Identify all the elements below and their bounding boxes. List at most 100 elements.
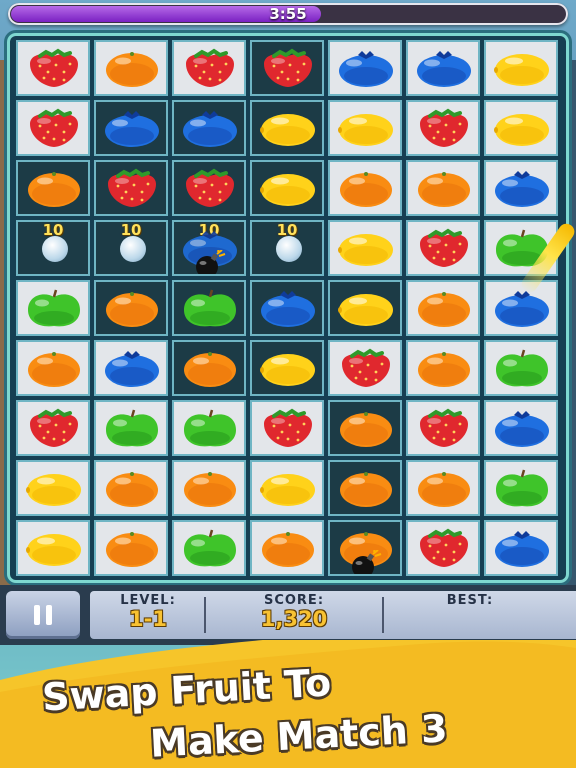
- board-cell[interactable]: [16, 340, 90, 396]
- board-cell[interactable]: [250, 40, 324, 96]
- board-cell[interactable]: [172, 100, 246, 156]
- board-cell[interactable]: [250, 400, 324, 456]
- apple-icon: [182, 289, 238, 328]
- board-cell[interactable]: [250, 160, 324, 216]
- board-cell[interactable]: [94, 160, 168, 216]
- board-cell[interactable]: [484, 160, 558, 216]
- board-cell[interactable]: [16, 160, 90, 216]
- game-board: 10 10 10 10: [10, 36, 566, 580]
- apple-icon: [104, 409, 160, 448]
- board-cell[interactable]: [16, 280, 90, 336]
- orange-icon: [104, 530, 160, 568]
- orange-icon: [26, 170, 82, 208]
- board-cell[interactable]: [328, 40, 402, 96]
- level-value: 1-1: [129, 607, 167, 631]
- lemon-icon: [494, 50, 550, 88]
- board-cell[interactable]: 10: [172, 220, 246, 276]
- board-cell[interactable]: 10: [16, 220, 90, 276]
- board-cell[interactable]: [94, 340, 168, 396]
- board-cell[interactable]: [406, 340, 480, 396]
- board-cell[interactable]: [484, 280, 558, 336]
- board-cell[interactable]: [250, 280, 324, 336]
- board-cell[interactable]: [16, 40, 90, 96]
- orange-icon: [26, 350, 82, 388]
- board-cell[interactable]: [328, 520, 402, 576]
- board-cell[interactable]: [328, 220, 402, 276]
- lemon-icon: [260, 470, 316, 508]
- board-cell[interactable]: [406, 520, 480, 576]
- board-cell[interactable]: [328, 100, 402, 156]
- board-cell[interactable]: [406, 220, 480, 276]
- board-cell[interactable]: 10: [94, 220, 168, 276]
- board-cell[interactable]: [172, 460, 246, 516]
- orange-icon: [182, 470, 238, 508]
- board-cell[interactable]: [484, 520, 558, 576]
- strawberry-icon: [182, 168, 238, 208]
- strawberry-icon: [260, 408, 316, 448]
- board-cell[interactable]: [94, 40, 168, 96]
- board-cell[interactable]: [94, 460, 168, 516]
- board-cell[interactable]: [172, 160, 246, 216]
- blueberry-icon: [182, 110, 238, 148]
- blueberry-icon: [104, 350, 160, 388]
- board-cell[interactable]: [406, 160, 480, 216]
- orange-icon: [260, 530, 316, 568]
- apple-icon: [26, 289, 82, 328]
- board-cell[interactable]: [250, 460, 324, 516]
- strawberry-icon: [416, 408, 472, 448]
- strawberry-icon: [26, 408, 82, 448]
- orange-icon: [416, 350, 472, 388]
- board-cell[interactable]: [172, 400, 246, 456]
- fruit-grid: 10 10 10 10: [16, 40, 560, 580]
- board-cell[interactable]: [172, 40, 246, 96]
- board-cell[interactable]: [328, 400, 402, 456]
- board-cell[interactable]: [250, 340, 324, 396]
- board-cell[interactable]: [172, 280, 246, 336]
- blueberry-icon: [494, 170, 550, 208]
- board-cell[interactable]: [484, 40, 558, 96]
- hud-divider: [382, 597, 384, 633]
- board-cell[interactable]: [250, 520, 324, 576]
- board-cell[interactable]: [484, 100, 558, 156]
- pause-icon: [34, 605, 40, 625]
- board-cell[interactable]: [16, 400, 90, 456]
- pause-button[interactable]: [6, 591, 80, 639]
- strawberry-icon: [26, 48, 82, 88]
- board-cell[interactable]: [94, 400, 168, 456]
- lemon-icon: [260, 110, 316, 148]
- blueberry-icon: [104, 110, 160, 148]
- board-cell[interactable]: [406, 100, 480, 156]
- strawberry-icon: [182, 48, 238, 88]
- board-cell[interactable]: [94, 100, 168, 156]
- board-cell[interactable]: [484, 460, 558, 516]
- board-cell[interactable]: [484, 400, 558, 456]
- board-cell[interactable]: [328, 280, 402, 336]
- strawberry-icon: [416, 228, 472, 268]
- board-cell[interactable]: [250, 100, 324, 156]
- board-cell[interactable]: [16, 520, 90, 576]
- board-cell[interactable]: [328, 160, 402, 216]
- board-cell[interactable]: [484, 340, 558, 396]
- board-cell[interactable]: [16, 100, 90, 156]
- board-cell[interactable]: [406, 40, 480, 96]
- strawberry-icon: [260, 48, 316, 88]
- lemon-icon: [260, 350, 316, 388]
- board-cell[interactable]: 10: [250, 220, 324, 276]
- apple-icon: [182, 529, 238, 568]
- best-label: BEST:: [446, 593, 494, 608]
- board-cell[interactable]: [172, 520, 246, 576]
- lemon-icon: [338, 290, 394, 328]
- board-cell[interactable]: [94, 520, 168, 576]
- orange-icon: [338, 470, 394, 508]
- board-cell[interactable]: [406, 460, 480, 516]
- board-cell[interactable]: [328, 460, 402, 516]
- strawberry-icon: [26, 108, 82, 148]
- board-cell[interactable]: [406, 280, 480, 336]
- board-cell[interactable]: [328, 340, 402, 396]
- level-label: LEVEL:: [120, 593, 176, 608]
- board-cell[interactable]: [94, 280, 168, 336]
- board-cell[interactable]: [406, 400, 480, 456]
- board-cell[interactable]: [172, 340, 246, 396]
- lemon-icon: [260, 170, 316, 208]
- board-cell[interactable]: [16, 460, 90, 516]
